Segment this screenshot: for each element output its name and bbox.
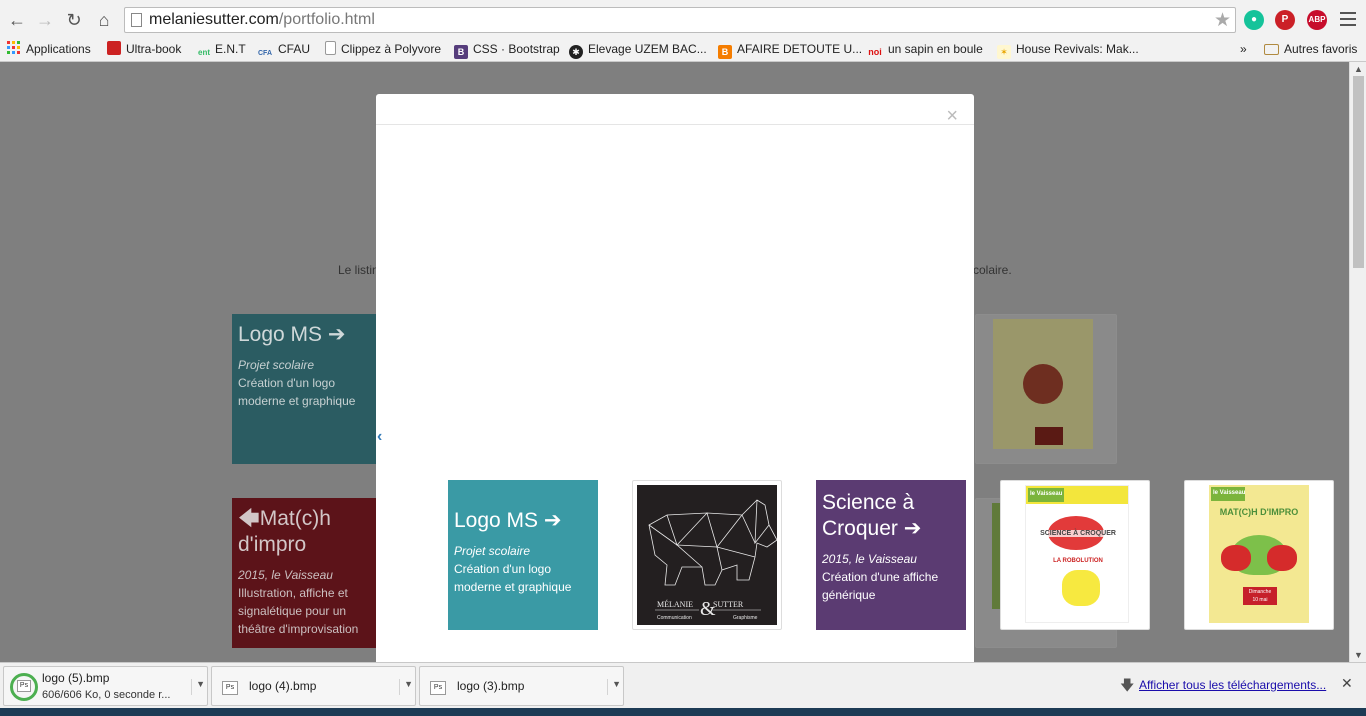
bookmark-ent[interactable]: ent E.N.T xyxy=(198,40,246,58)
intro-text-right: colaire. xyxy=(973,263,1012,277)
address-bar[interactable]: melaniesutter.com/portfolio.html ★ xyxy=(124,7,1236,33)
page-viewport: Le listin colaire. Logo MS ➔ Projet scol… xyxy=(0,62,1349,662)
scroll-down-icon[interactable]: ▼ xyxy=(1354,650,1363,660)
house-icon: ✶ xyxy=(997,45,1011,59)
blogger-icon: B xyxy=(718,45,732,59)
modal-tile-science[interactable]: Science à Croquer ➔ 2015, le Vaisseau Cr… xyxy=(816,480,966,630)
download-name: logo (5).bmp xyxy=(42,671,110,685)
arrow-right-icon: ➔ xyxy=(903,517,922,540)
bookmark-ultra-book[interactable]: Ultra-book xyxy=(107,40,181,58)
photoshop-file-icon: Ps xyxy=(430,681,446,695)
download-item[interactable]: Ps logo (3).bmp ▼ xyxy=(419,666,624,706)
bookmark-bootstrap[interactable]: B CSS · Bootstrap xyxy=(454,40,560,59)
poster-match-card[interactable]: le Vaisseau MAT(C)H D'IMPRO Dimanche 10 m… xyxy=(1184,480,1334,630)
intro-text-left: Le listin xyxy=(338,263,379,277)
poster-science-card[interactable]: le Vaisseau SCIENCE À CROQUER LA ROBOLUT… xyxy=(1000,480,1150,630)
uzem-icon: ✱ xyxy=(569,45,583,59)
carousel-prev-arrow-icon[interactable]: ‹ xyxy=(377,428,382,446)
page-icon xyxy=(131,13,142,27)
chevron-down-icon[interactable]: ▼ xyxy=(399,679,413,695)
downloads-bar: Ps logo (5).bmp 606/606 Ko, 0 seconde r.… xyxy=(0,662,1366,708)
noi-icon: noi xyxy=(868,47,882,57)
bookmark-polyvore[interactable]: Clippez à Polyvore xyxy=(325,40,441,58)
close-icon[interactable]: × xyxy=(946,106,958,126)
poster-thumb-dimmed[interactable] xyxy=(975,314,1117,464)
bookmark-star-icon[interactable]: ★ xyxy=(1214,9,1231,32)
chevron-down-icon[interactable]: ▼ xyxy=(191,679,205,695)
bookmark-cfau[interactable]: CFA CFAU xyxy=(257,40,310,58)
poster-brand: le Vaisseau xyxy=(1211,487,1245,501)
portfolio-modal: × ‹ Logo MS ➔ Projet scolaire Création d… xyxy=(376,94,974,662)
browser-toolbar: ← → ↻ ⌂ melaniesutter.com/portfolio.html… xyxy=(0,0,1366,38)
ent-icon: ent xyxy=(198,48,210,57)
chevron-down-icon[interactable]: ▼ xyxy=(607,679,621,695)
poster-match: le Vaisseau MAT(C)H D'IMPRO Dimanche 10 m… xyxy=(1209,485,1309,623)
photoshop-file-icon: Ps xyxy=(17,680,31,692)
poster-science: le Vaisseau SCIENCE À CROQUER LA ROBOLUT… xyxy=(1025,485,1129,623)
pinterest-icon[interactable]: P xyxy=(1275,10,1295,30)
ultrabook-icon xyxy=(107,41,121,55)
logo-sub2-text: Graphisme xyxy=(733,615,758,621)
poster-brand: le Vaisseau xyxy=(1028,488,1064,502)
reload-icon[interactable]: ↻ xyxy=(63,9,85,31)
arrow-right-icon: ➔ xyxy=(327,323,346,346)
download-name: logo (3).bmp xyxy=(457,679,525,693)
apps-grid-icon xyxy=(7,41,21,55)
download-item[interactable]: Ps logo (5).bmp 606/606 Ko, 0 seconde r.… xyxy=(3,666,208,706)
poster-date: Dimanche 10 mai xyxy=(1243,587,1277,605)
modal-header: × xyxy=(376,94,974,126)
scrollbar-thumb[interactable] xyxy=(1353,76,1364,268)
page-icon xyxy=(325,41,336,55)
bootstrap-icon: B xyxy=(454,45,468,59)
home-icon[interactable]: ⌂ xyxy=(93,9,115,31)
modal-logo-image[interactable]: MÉLANIE & SUTTER Communication Graphisme xyxy=(632,480,782,630)
grammarly-icon[interactable]: ● xyxy=(1244,10,1264,30)
poster-subtitle: LA ROBOLUTION xyxy=(1053,558,1103,564)
poster-match-dimmed xyxy=(993,319,1093,449)
os-taskbar xyxy=(0,708,1366,716)
photoshop-file-icon: Ps xyxy=(222,681,238,695)
logo-name2-text: SUTTER xyxy=(713,600,744,609)
close-icon[interactable]: ✕ xyxy=(1341,675,1353,692)
folder-icon xyxy=(1264,44,1279,55)
download-item[interactable]: Ps logo (4).bmp ▼ xyxy=(211,666,416,706)
page-scrollbar[interactable]: ▲ ▼ xyxy=(1349,62,1366,662)
bookmark-other-favorites[interactable]: Autres favoris xyxy=(1264,40,1357,58)
bookmarks-overflow[interactable]: » xyxy=(1240,40,1247,58)
menu-icon[interactable] xyxy=(1340,12,1356,26)
bookmark-house-revivals[interactable]: ✶ House Revivals: Mak... xyxy=(997,40,1139,59)
bookmark-applications[interactable]: Applications xyxy=(7,40,91,58)
rhino-logo: MÉLANIE & SUTTER Communication Graphisme xyxy=(637,485,778,625)
bookmark-uzem[interactable]: ✱ Elevage UZEM BAC... xyxy=(569,40,707,59)
logo-name-text: MÉLANIE xyxy=(657,599,693,609)
modal-tile-logo-ms[interactable]: Logo MS ➔ Projet scolaire Création d'un … xyxy=(448,480,598,630)
tile-match-impro[interactable]: 🡄Mat(c)h d'impro 2015, le Vaisseau Illus… xyxy=(232,498,382,648)
show-all-downloads-link[interactable]: Afficher tous les téléchargements... xyxy=(1139,678,1326,692)
download-arrow-icon: 🡇 xyxy=(1120,677,1135,693)
logo-sub1-text: Communication xyxy=(657,615,692,621)
poster-title: MAT(C)H D'IMPRO xyxy=(1219,507,1299,517)
download-status: 606/606 Ko, 0 seconde r... xyxy=(42,689,171,701)
arrow-left-icon: 🡄 xyxy=(238,507,260,530)
adblock-plus-icon[interactable]: ABP xyxy=(1307,10,1327,30)
bookmark-sapin[interactable]: noi un sapin en boule xyxy=(867,40,983,58)
url-text: melaniesutter.com/portfolio.html xyxy=(149,11,375,28)
scroll-up-icon[interactable]: ▲ xyxy=(1354,64,1363,74)
bookmark-afaire[interactable]: B AFAIRE DETOUTE U... xyxy=(718,40,862,59)
arrow-right-icon: ➔ xyxy=(543,509,562,532)
cfau-icon: CFA xyxy=(258,50,272,57)
tile-logo-ms[interactable]: Logo MS ➔ Projet scolaire Création d'un … xyxy=(232,314,382,464)
back-arrow-icon[interactable]: ← xyxy=(6,9,28,31)
bookmarks-bar: Applications Ultra-book ent E.N.T CFA CFAU… xyxy=(0,38,1366,62)
poster-title: SCIENCE À CROQUER xyxy=(1032,530,1124,537)
download-name: logo (4).bmp xyxy=(249,679,317,693)
forward-arrow-icon[interactable]: → xyxy=(34,9,56,31)
